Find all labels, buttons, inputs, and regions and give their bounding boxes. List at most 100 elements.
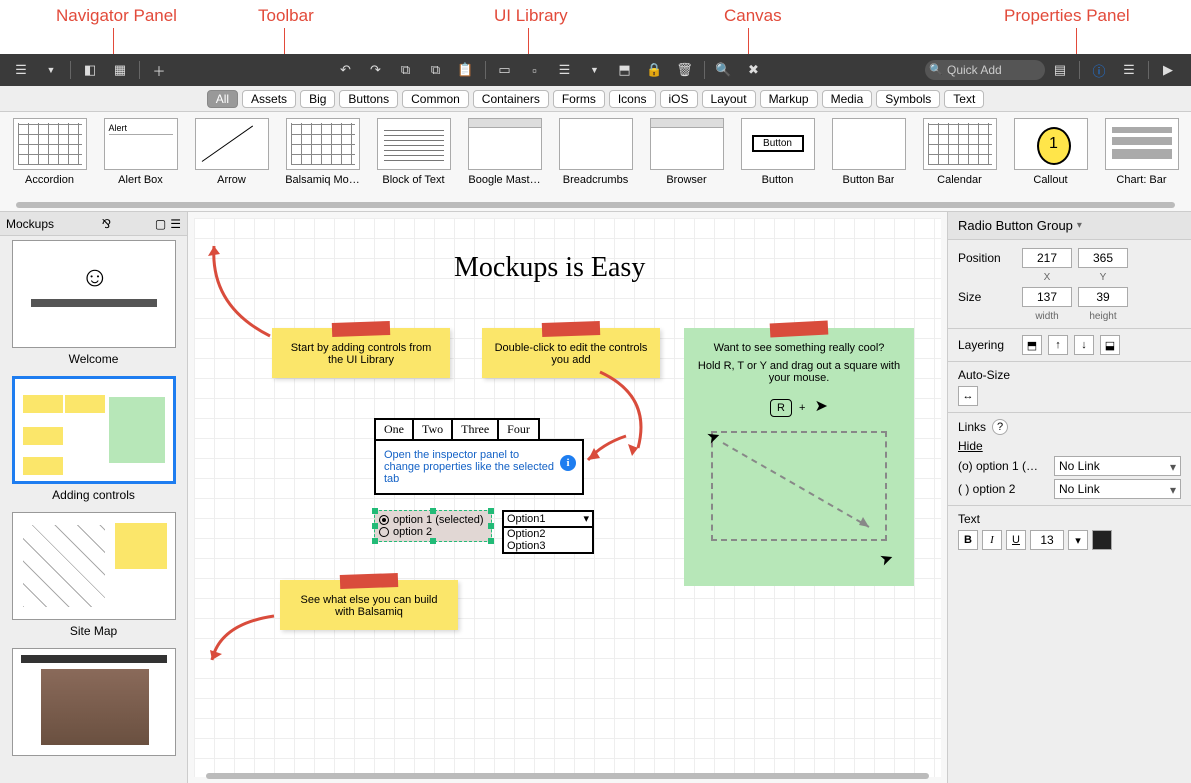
combo-box[interactable]: Option1 Option2 Option3 xyxy=(502,510,594,554)
zoom-icon[interactable]: 🔍 xyxy=(713,59,735,81)
radio-option-1[interactable]: option 1 (selected) xyxy=(379,514,487,526)
tab-two[interactable]: Two xyxy=(412,418,453,439)
canvas[interactable]: Mockups is Easy Start by adding controls… xyxy=(194,218,941,777)
align-icon[interactable]: ☰ xyxy=(554,59,576,81)
filter-media[interactable]: Media xyxy=(822,90,873,108)
toggle-navigator-icon[interactable]: ◧ xyxy=(79,59,101,81)
filter-forms[interactable]: Forms xyxy=(553,90,605,108)
filter-buttons[interactable]: Buttons xyxy=(339,90,398,108)
undo-icon[interactable]: ↶ xyxy=(335,59,357,81)
ui-library-shelf: AccordionAlert BoxArrowBalsamiq Mo…Block… xyxy=(0,112,1191,212)
align-drop-icon[interactable]: ▼ xyxy=(584,59,606,81)
canvas-hscroll[interactable] xyxy=(206,773,929,779)
component-chart-bar[interactable]: Chart: Bar xyxy=(1100,118,1183,209)
component-boogle-mast-[interactable]: Boogle Mast… xyxy=(463,118,546,209)
filter-layout[interactable]: Layout xyxy=(702,90,756,108)
sticky-note-1[interactable]: Start by adding controls from the UI Lib… xyxy=(272,328,450,378)
tab-three[interactable]: Three xyxy=(451,418,499,439)
component-breadcrumbs[interactable]: Breadcrumbs xyxy=(554,118,637,209)
paste-icon[interactable]: 📋 xyxy=(455,59,477,81)
link-opt2-select[interactable]: No Link xyxy=(1054,479,1181,499)
bring-front-icon[interactable]: ⬒ xyxy=(614,59,636,81)
notes-icon[interactable]: ☰ xyxy=(1118,59,1140,81)
filter-ios[interactable]: iOS xyxy=(660,90,698,108)
nav-item-untitled[interactable] xyxy=(6,648,181,760)
font-size-drop-icon[interactable]: ▾ xyxy=(1068,530,1088,550)
green-tip-card[interactable]: Want to see something really cool? Hold … xyxy=(684,328,914,586)
add-mockup-icon[interactable]: ＋ xyxy=(148,59,170,81)
component-block-of-text[interactable]: Block of Text xyxy=(372,118,455,209)
present-icon[interactable]: ▶ xyxy=(1157,59,1179,81)
combo-option-2[interactable]: Option2 xyxy=(504,528,592,540)
ungroup-icon[interactable]: ▫ xyxy=(524,59,546,81)
menu-icon[interactable]: ☰ xyxy=(10,59,32,81)
trash-icon[interactable]: 🗑 xyxy=(674,59,696,81)
nav-item-welcome[interactable]: Welcome xyxy=(6,240,181,366)
text-color-swatch[interactable] xyxy=(1092,530,1112,550)
component-browser[interactable]: Browser xyxy=(645,118,728,209)
pos-x-input[interactable]: 217 xyxy=(1022,248,1072,268)
tabs-control[interactable]: One Two Three Four Open the inspector pa… xyxy=(374,418,584,495)
navigator-list[interactable]: WelcomeAdding controlsSite Map xyxy=(0,236,187,783)
component-alert-box[interactable]: Alert Box xyxy=(99,118,182,209)
bold-button[interactable]: B xyxy=(958,530,978,550)
redo-icon[interactable]: ↷ xyxy=(365,59,387,81)
tab-four[interactable]: Four xyxy=(497,418,540,439)
component-accordion[interactable]: Accordion xyxy=(8,118,91,209)
send-to-back-icon[interactable]: ⬓ xyxy=(1100,335,1120,355)
filter-common[interactable]: Common xyxy=(402,90,469,108)
grid-view-icon[interactable]: ▦ xyxy=(109,59,131,81)
navigator-title: Mockups xyxy=(6,217,54,231)
italic-button[interactable]: I xyxy=(982,530,1002,550)
info-icon[interactable]: ⓘ xyxy=(1088,59,1110,81)
bring-to-front-icon[interactable]: ⬒ xyxy=(1022,335,1042,355)
filter-big[interactable]: Big xyxy=(300,90,335,108)
filter-symbols[interactable]: Symbols xyxy=(876,90,940,108)
component-balsamiq-mo-[interactable]: Balsamiq Mo… xyxy=(281,118,364,209)
links-help-icon[interactable]: ? xyxy=(992,419,1008,435)
quick-add-input[interactable]: Quick Add xyxy=(925,60,1045,80)
filter-text[interactable]: Text xyxy=(944,90,984,108)
thumb-view-icon[interactable]: ▢ xyxy=(155,217,166,231)
autosize-horizontal-icon[interactable]: ↔ xyxy=(958,386,978,406)
link-opt1-label: (o) option 1 (… xyxy=(958,459,1050,473)
combo-option-3[interactable]: Option3 xyxy=(504,540,592,552)
annotation-row: Navigator Panel Toolbar UI Library Canva… xyxy=(0,0,1191,54)
filter-all[interactable]: All xyxy=(207,90,238,108)
component-button-bar[interactable]: Button Bar xyxy=(827,118,910,209)
markup-toggle-icon[interactable]: ✖ xyxy=(743,59,765,81)
tab-one[interactable]: One xyxy=(374,418,414,439)
filter-assets[interactable]: Assets xyxy=(242,90,296,108)
filter-icons[interactable]: Icons xyxy=(609,90,656,108)
hide-links[interactable]: Hide xyxy=(958,439,1181,453)
combo-selected[interactable]: Option1 xyxy=(504,512,592,528)
filter-containers[interactable]: Containers xyxy=(473,90,549,108)
underline-button[interactable]: U xyxy=(1006,530,1026,550)
nav-item-site-map[interactable]: Site Map xyxy=(6,512,181,638)
height-input[interactable]: 39 xyxy=(1078,287,1128,307)
lock-icon[interactable]: 🔒 xyxy=(644,59,666,81)
radio-option-2[interactable]: option 2 xyxy=(379,526,487,538)
group-icon[interactable]: ▭ xyxy=(494,59,516,81)
filter-markup[interactable]: Markup xyxy=(760,90,818,108)
list-view-icon[interactable]: ☰ xyxy=(170,217,181,231)
sticky-note-3[interactable]: See what else you can build with Balsami… xyxy=(280,580,458,630)
radio-button-group[interactable]: option 1 (selected) option 2 xyxy=(374,510,492,542)
component-arrow[interactable]: Arrow xyxy=(190,118,273,209)
toggle-library-icon[interactable]: ▤ xyxy=(1049,59,1071,81)
pos-y-input[interactable]: 365 xyxy=(1078,248,1128,268)
properties-title[interactable]: Radio Button Group xyxy=(948,212,1191,240)
link-opt1-select[interactable]: No Link xyxy=(1054,456,1181,476)
nav-item-adding-controls[interactable]: Adding controls xyxy=(6,376,181,502)
duplicate-icon[interactable]: ⧉ xyxy=(425,59,447,81)
font-size-input[interactable]: 13 xyxy=(1030,530,1064,550)
navigator-tree-icon[interactable]: ⅋ xyxy=(102,217,111,231)
component-callout[interactable]: Callout xyxy=(1009,118,1092,209)
component-calendar[interactable]: Calendar xyxy=(918,118,1001,209)
dropdown-icon[interactable]: ▼ xyxy=(40,59,62,81)
component-button[interactable]: Button xyxy=(736,118,819,209)
copy-icon[interactable]: ⧉ xyxy=(395,59,417,81)
width-input[interactable]: 137 xyxy=(1022,287,1072,307)
bring-forward-icon[interactable]: ↑ xyxy=(1048,335,1068,355)
send-backward-icon[interactable]: ↓ xyxy=(1074,335,1094,355)
